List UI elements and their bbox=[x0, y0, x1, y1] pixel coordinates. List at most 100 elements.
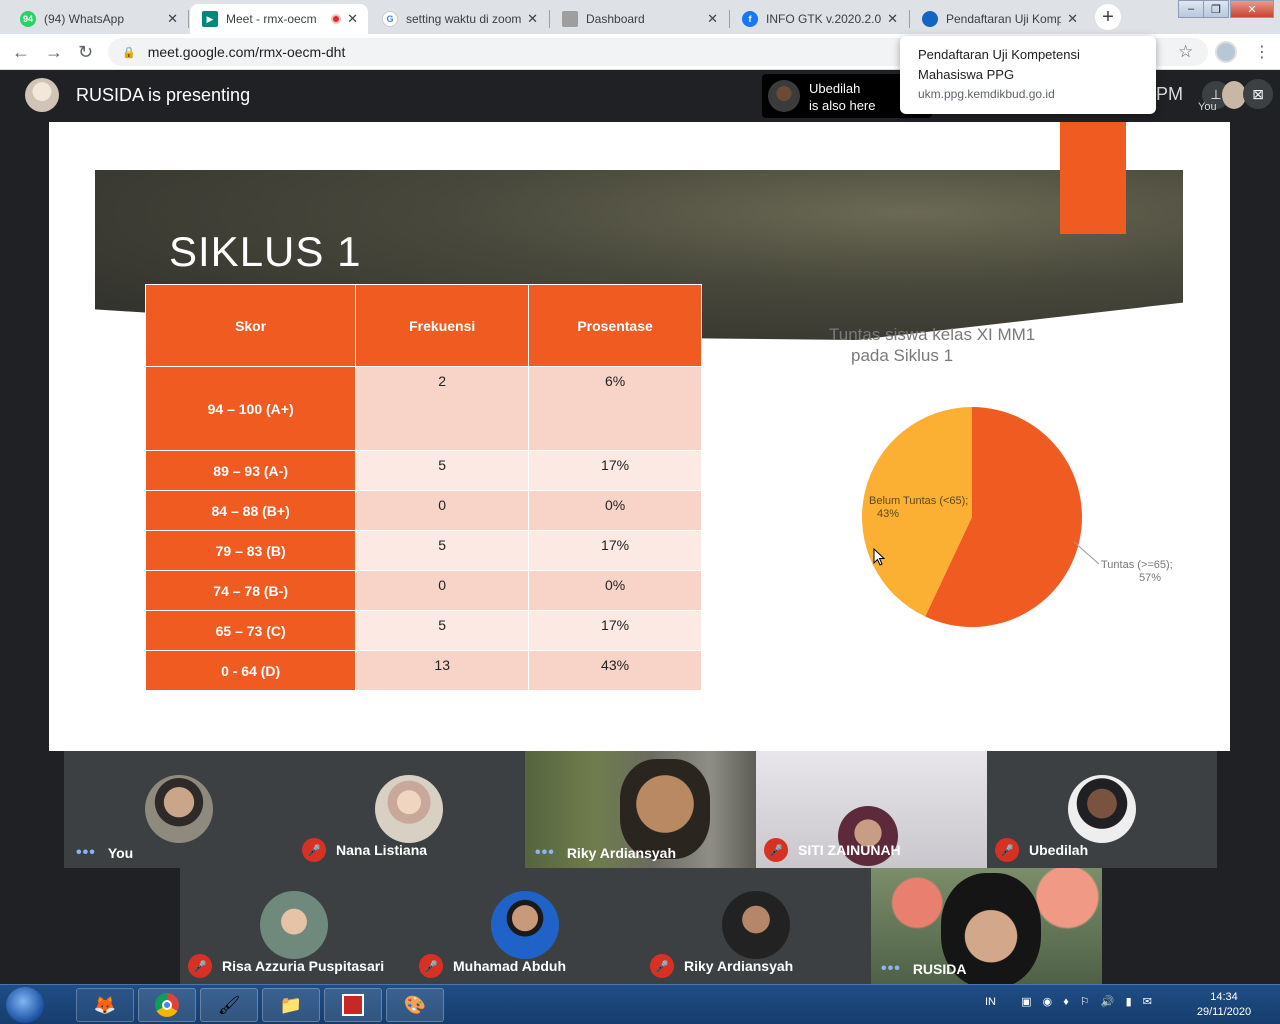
firefox-icon[interactable]: 🦊 bbox=[76, 988, 134, 1022]
slide-accent-bar bbox=[1060, 122, 1126, 234]
tab-label: setting waktu di zoom bbox=[406, 12, 522, 26]
document-icon bbox=[562, 11, 578, 27]
tab-google-search[interactable]: G setting waktu di zoom ✕ bbox=[370, 4, 548, 34]
close-icon[interactable]: ✕ bbox=[1067, 11, 1078, 27]
forward-arrow-icon[interactable]: → bbox=[45, 42, 63, 63]
also-here-text: is also here bbox=[809, 98, 876, 113]
google-icon: G bbox=[382, 11, 398, 27]
kebab-menu-icon[interactable]: ⋮ bbox=[1254, 42, 1270, 62]
hover-card-title: Pendaftaran Uji Kompetensi Mahasiswa PPG bbox=[918, 47, 1080, 82]
close-icon[interactable]: ✕ bbox=[887, 11, 898, 27]
volume-icon[interactable]: 🔊 bbox=[1101, 996, 1115, 1008]
table-row: 0 - 64 (D) 13 43% bbox=[144, 650, 702, 691]
reload-icon[interactable]: ↻ bbox=[78, 42, 93, 63]
close-icon[interactable]: ✕ bbox=[347, 11, 358, 27]
participant-tile[interactable]: ••• You bbox=[64, 751, 294, 868]
mic-off-icon: 🎤 bbox=[995, 838, 1019, 862]
speaking-indicator-icon: ••• bbox=[76, 844, 96, 861]
whatsapp-icon: 94 bbox=[20, 11, 36, 27]
participant-video-tile[interactable]: 🎤 SITI ZAINUNAH bbox=[756, 751, 987, 868]
presenting-label: RUSIDA is presenting bbox=[76, 85, 251, 105]
participant-video-tile[interactable]: ••• RUSIDA bbox=[871, 868, 1102, 984]
network-icon[interactable]: ▣ bbox=[1021, 996, 1031, 1008]
table-row: 94 – 100 (A+) 2 6% bbox=[144, 366, 702, 451]
minimize-button[interactable]: – bbox=[1178, 0, 1204, 18]
lock-icon: 🔒 bbox=[122, 46, 136, 59]
flag-icon[interactable]: ⚐ bbox=[1080, 996, 1090, 1008]
bookmark-star-icon[interactable]: ☆ bbox=[1178, 42, 1193, 62]
speaking-indicator-icon: ••• bbox=[881, 960, 901, 977]
layout-grid-icon[interactable]: ⊠ bbox=[1243, 79, 1273, 109]
close-icon[interactable]: ✕ bbox=[527, 11, 538, 27]
system-clock[interactable]: 14:34 29/11/2020 bbox=[1188, 990, 1260, 1020]
language-indicator[interactable]: IN bbox=[985, 996, 996, 1008]
avatar bbox=[375, 775, 443, 843]
mic-off-icon: 🎤 bbox=[650, 954, 674, 978]
avatar bbox=[260, 891, 328, 959]
table-header: Frekuensi bbox=[355, 284, 530, 367]
tab-label: INFO GTK v.2020.2.0 bbox=[766, 12, 882, 26]
chrome-icon[interactable] bbox=[138, 988, 196, 1022]
also-here-name: Ubedilah bbox=[809, 81, 861, 96]
window-close-button[interactable]: ✕ bbox=[1230, 0, 1274, 18]
start-button[interactable] bbox=[6, 987, 44, 1023]
participant-tile[interactable]: 🎤 Nana Listiana bbox=[294, 751, 525, 868]
avatar bbox=[145, 775, 213, 843]
presentation-slide: SIKLUS 1 Skor Frekuensi Prosentase 94 – … bbox=[49, 122, 1230, 751]
avatar bbox=[25, 78, 59, 112]
chart-title: Tuntas siswa kelas XI MM1 pada Siklus 1 bbox=[829, 325, 1036, 365]
meeting-clock: PM bbox=[1156, 84, 1183, 104]
security-icon[interactable]: ♦ bbox=[1063, 996, 1069, 1008]
avatar bbox=[491, 891, 559, 959]
hover-card-url: ukm.ppg.kemdikbud.go.id bbox=[918, 87, 1055, 101]
tab-pendaftaran[interactable]: Pendaftaran Uji Komp ✕ bbox=[910, 4, 1088, 34]
mic-off-icon: 🎤 bbox=[764, 838, 788, 862]
table-row: 74 – 78 (B-) 0 0% bbox=[144, 570, 702, 611]
participant-video-tile[interactable]: ••• Riky Ardiansyah bbox=[525, 751, 756, 868]
participant-tile[interactable]: 🎤 Muhamad Abduh bbox=[411, 868, 642, 984]
mic-off-icon: 🎤 bbox=[302, 838, 326, 862]
leader-line bbox=[1073, 541, 1100, 565]
participant-tile[interactable]: 🎤 Riky Ardiansyah bbox=[642, 868, 871, 984]
zoom-tray-icon[interactable]: ◉ bbox=[1043, 996, 1053, 1008]
maximize-button[interactable]: ❐ bbox=[1203, 0, 1229, 18]
paint-icon[interactable]: 🖌 bbox=[200, 988, 258, 1022]
speaking-indicator-icon: ••• bbox=[535, 844, 555, 861]
explorer-icon[interactable]: 📁 bbox=[262, 988, 320, 1022]
tab-info-gtk[interactable]: f INFO GTK v.2020.2.0 ✕ bbox=[730, 4, 908, 34]
mic-off-icon: 🎤 bbox=[419, 954, 443, 978]
close-icon[interactable]: ✕ bbox=[707, 11, 718, 27]
pie-data-label: Tuntas (>=65); 57% bbox=[1101, 559, 1173, 584]
signal-icon[interactable]: ▮ bbox=[1126, 996, 1132, 1008]
profile-avatar[interactable] bbox=[1215, 41, 1237, 63]
browser-tab-bar: 94 (94) WhatsApp ✕ ▶ Meet - rmx-oecm ✕ G… bbox=[0, 0, 1280, 34]
table-row: 84 – 88 (B+) 0 0% bbox=[144, 490, 702, 531]
google-meet-icon: ▶ bbox=[202, 11, 218, 27]
tab-label: (94) WhatsApp bbox=[44, 12, 125, 26]
windows-taskbar: 🦊 🖌 📁 🎨 IN ▣ ◉ ♦ ⚐ 🔊 ▮ ✉ 14:34 29/11/202… bbox=[0, 984, 1280, 1024]
back-arrow-icon[interactable]: ← bbox=[12, 42, 30, 63]
close-icon[interactable]: ✕ bbox=[167, 11, 178, 27]
table-header: Skor bbox=[144, 284, 357, 367]
url-text: meet.google.com/rmx-oecm-dht bbox=[147, 44, 346, 60]
acrobat-icon[interactable] bbox=[324, 988, 382, 1022]
avatar bbox=[1068, 775, 1136, 843]
action-center-icon[interactable]: ✉ bbox=[1143, 996, 1152, 1008]
new-tab-button[interactable]: + bbox=[1095, 4, 1121, 30]
mic-off-icon: 🎤 bbox=[188, 954, 212, 978]
tab-whatsapp[interactable]: 94 (94) WhatsApp ✕ bbox=[8, 4, 188, 34]
tab-meet[interactable]: ▶ Meet - rmx-oecm ✕ bbox=[190, 4, 368, 34]
tab-dashboard[interactable]: Dashboard ✕ bbox=[550, 4, 728, 34]
tut-wuri-icon bbox=[922, 11, 938, 27]
participant-tile[interactable]: 🎤 Risa Azzuria Puspitasari bbox=[180, 868, 411, 984]
palette-icon[interactable]: 🎨 bbox=[386, 988, 444, 1022]
table-row: 65 – 73 (C) 5 17% bbox=[144, 610, 702, 651]
participant-tile[interactable]: 🎤 Ubedilah bbox=[987, 751, 1217, 868]
table-row: 89 – 93 (A-) 5 17% bbox=[144, 450, 702, 491]
table-header: Prosentase bbox=[528, 284, 702, 367]
recording-icon bbox=[331, 14, 342, 24]
score-table: Skor Frekuensi Prosentase 94 – 100 (A+) … bbox=[144, 284, 702, 691]
system-tray: IN ▣ ◉ ♦ ⚐ 🔊 ▮ ✉ bbox=[985, 995, 1152, 1008]
table-row: 79 – 83 (B) 5 17% bbox=[144, 530, 702, 571]
tab-hover-card: Pendaftaran Uji Kompetensi Mahasiswa PPG… bbox=[900, 36, 1156, 114]
